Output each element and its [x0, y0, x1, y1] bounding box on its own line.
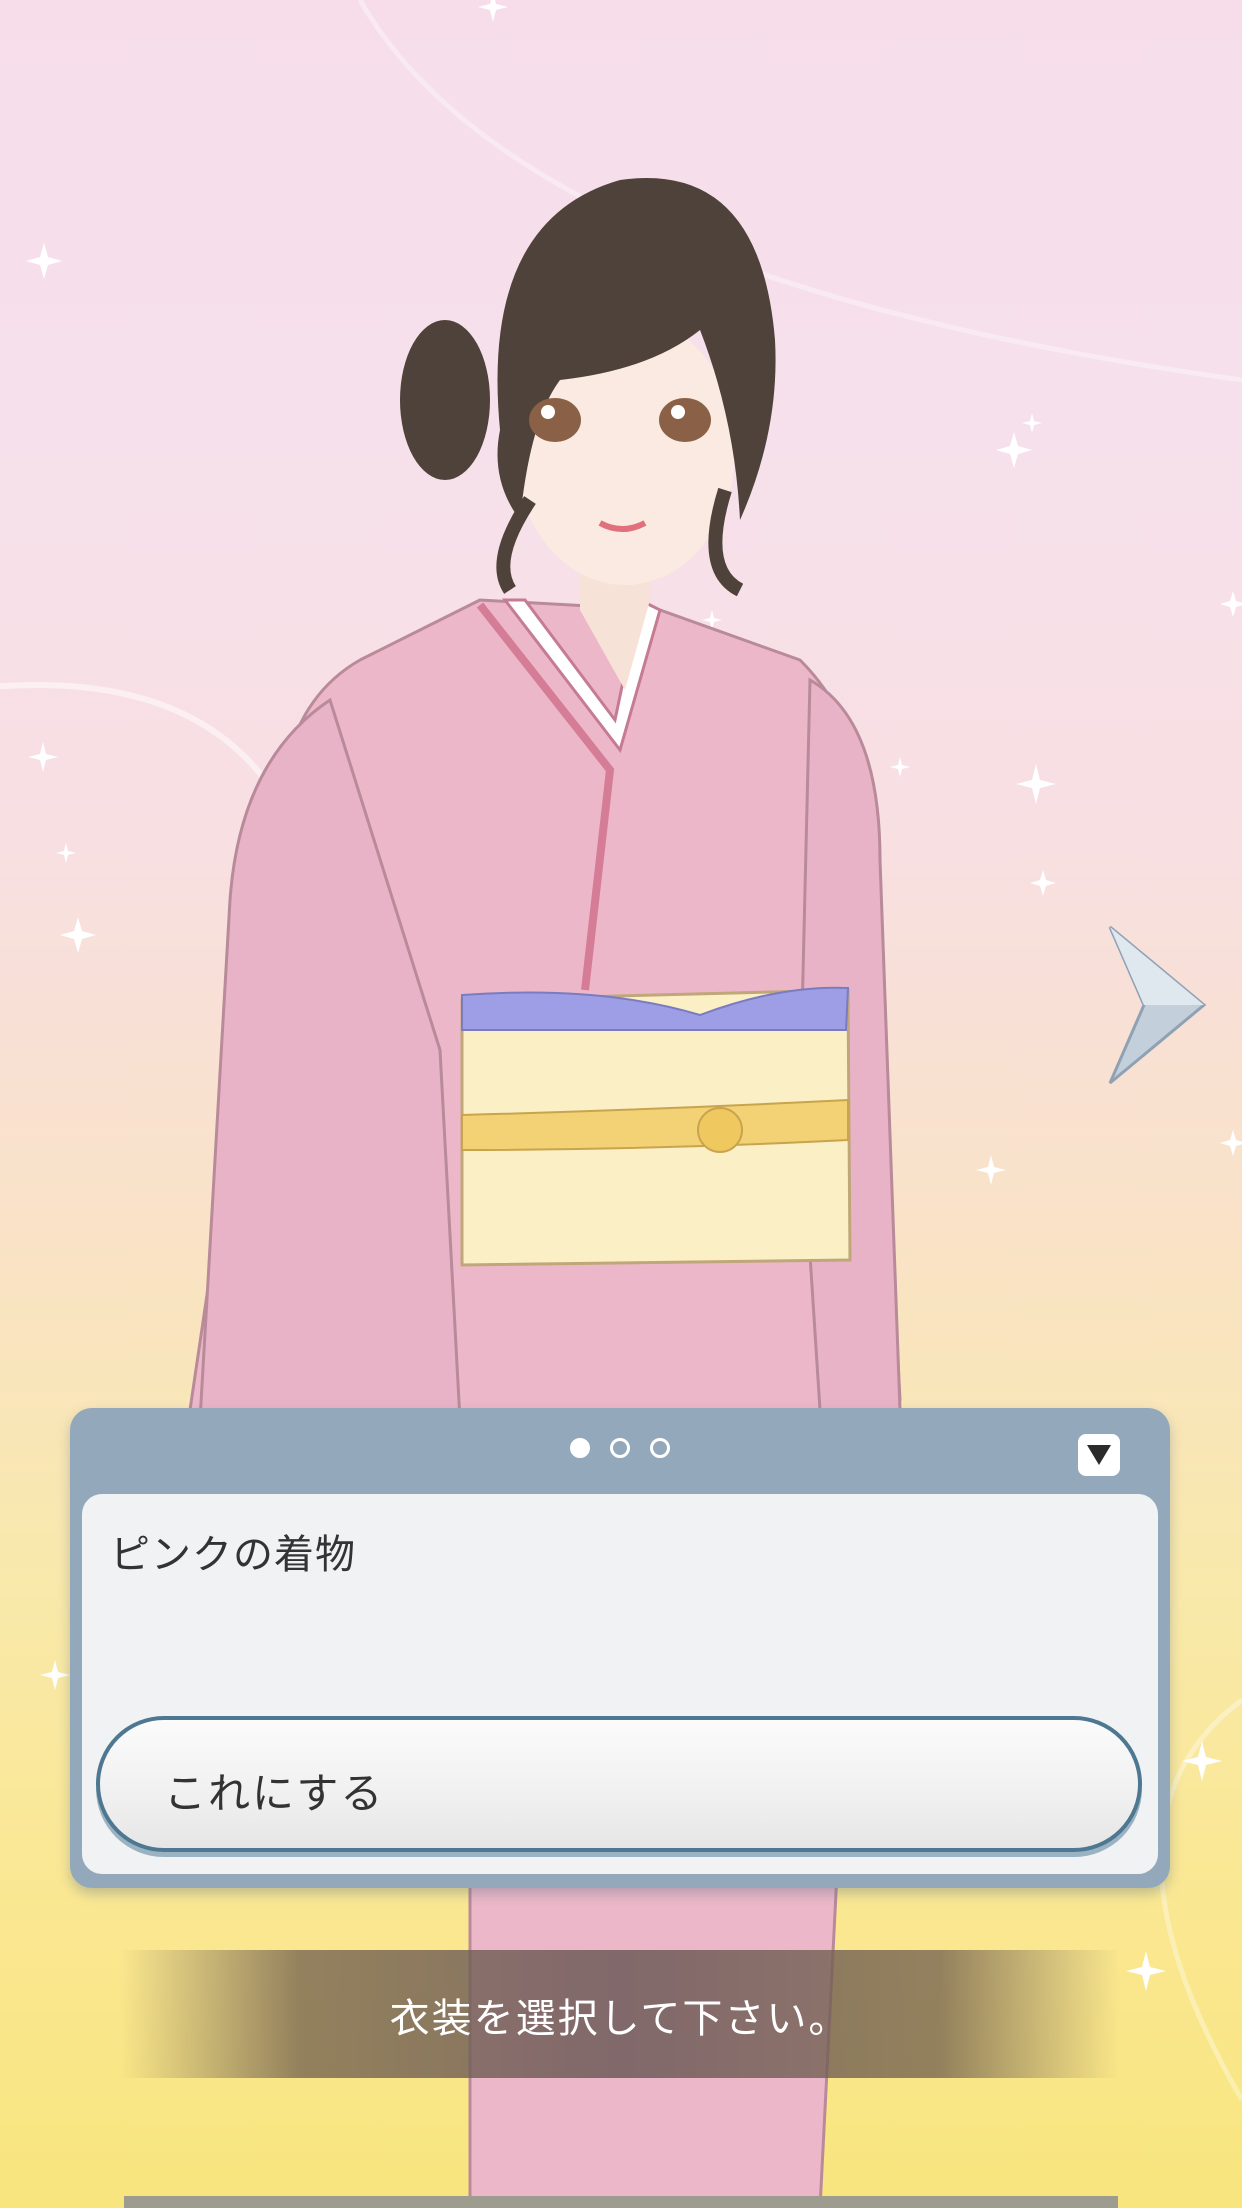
- instruction-text: 衣装を選択して下さい。: [389, 1996, 851, 2042]
- outfit-name: ピンクの着物: [110, 1532, 356, 1578]
- confirm-outfit-button[interactable]: これにする: [96, 1716, 1142, 1852]
- page-dot: [610, 1438, 630, 1458]
- game-scene: ピンクの着物 これにする 衣装を選択して下さい。: [0, 0, 1242, 2208]
- chevron-right-icon: [1108, 925, 1207, 1085]
- instruction-bar: 衣装を選択して下さい。: [120, 1950, 1120, 2078]
- triangle-down-icon: [1087, 1445, 1111, 1465]
- page-indicator: [70, 1438, 1170, 1458]
- bottom-strip: [124, 2196, 1118, 2208]
- page-dot: [570, 1438, 590, 1458]
- next-outfit-arrow[interactable]: [1100, 925, 1210, 1085]
- collapse-dialog-button[interactable]: [1078, 1434, 1120, 1476]
- page-dot: [650, 1438, 670, 1458]
- confirm-outfit-label: これにする: [164, 1769, 385, 1818]
